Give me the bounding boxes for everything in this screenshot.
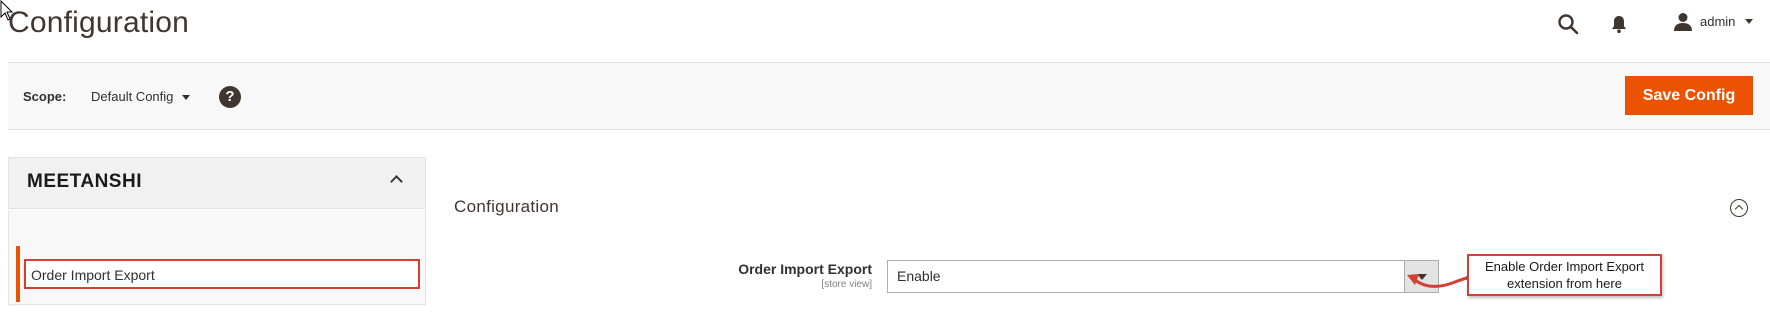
- field-label: Order Import Export: [738, 261, 872, 277]
- sidebar-section-body: [8, 210, 426, 306]
- sidebar-brand-title: MEETANSHI: [27, 171, 142, 192]
- order-import-export-select[interactable]: [887, 260, 1439, 293]
- page-title: Configuration: [8, 6, 190, 39]
- scope-switcher[interactable]: Default Config: [91, 89, 173, 104]
- collapse-icon[interactable]: [1730, 199, 1748, 217]
- annotation-arrow-icon: [1407, 274, 1471, 288]
- divider: [8, 304, 426, 305]
- search-icon[interactable]: [1556, 12, 1580, 36]
- active-item-indicator: [16, 246, 20, 302]
- sidebar-item-label[interactable]: Order Import Export: [31, 267, 155, 283]
- bell-icon[interactable]: [1610, 14, 1628, 34]
- save-config-button[interactable]: Save Config: [1625, 76, 1753, 115]
- help-icon[interactable]: ?: [219, 86, 241, 108]
- scope-bar: [8, 62, 1770, 130]
- caret-down-icon[interactable]: [182, 95, 190, 100]
- user-menu-label[interactable]: admin: [1700, 14, 1735, 29]
- user-icon[interactable]: [1673, 12, 1693, 32]
- field-scope-note: [store view]: [821, 279, 872, 290]
- scope-label: Scope:: [23, 89, 67, 104]
- select-value[interactable]: Enable: [897, 268, 941, 284]
- caret-down-icon[interactable]: [1745, 19, 1753, 24]
- section-title[interactable]: Configuration: [454, 197, 559, 217]
- annotation-callout: Enable Order Import Export extension fro…: [1467, 254, 1662, 296]
